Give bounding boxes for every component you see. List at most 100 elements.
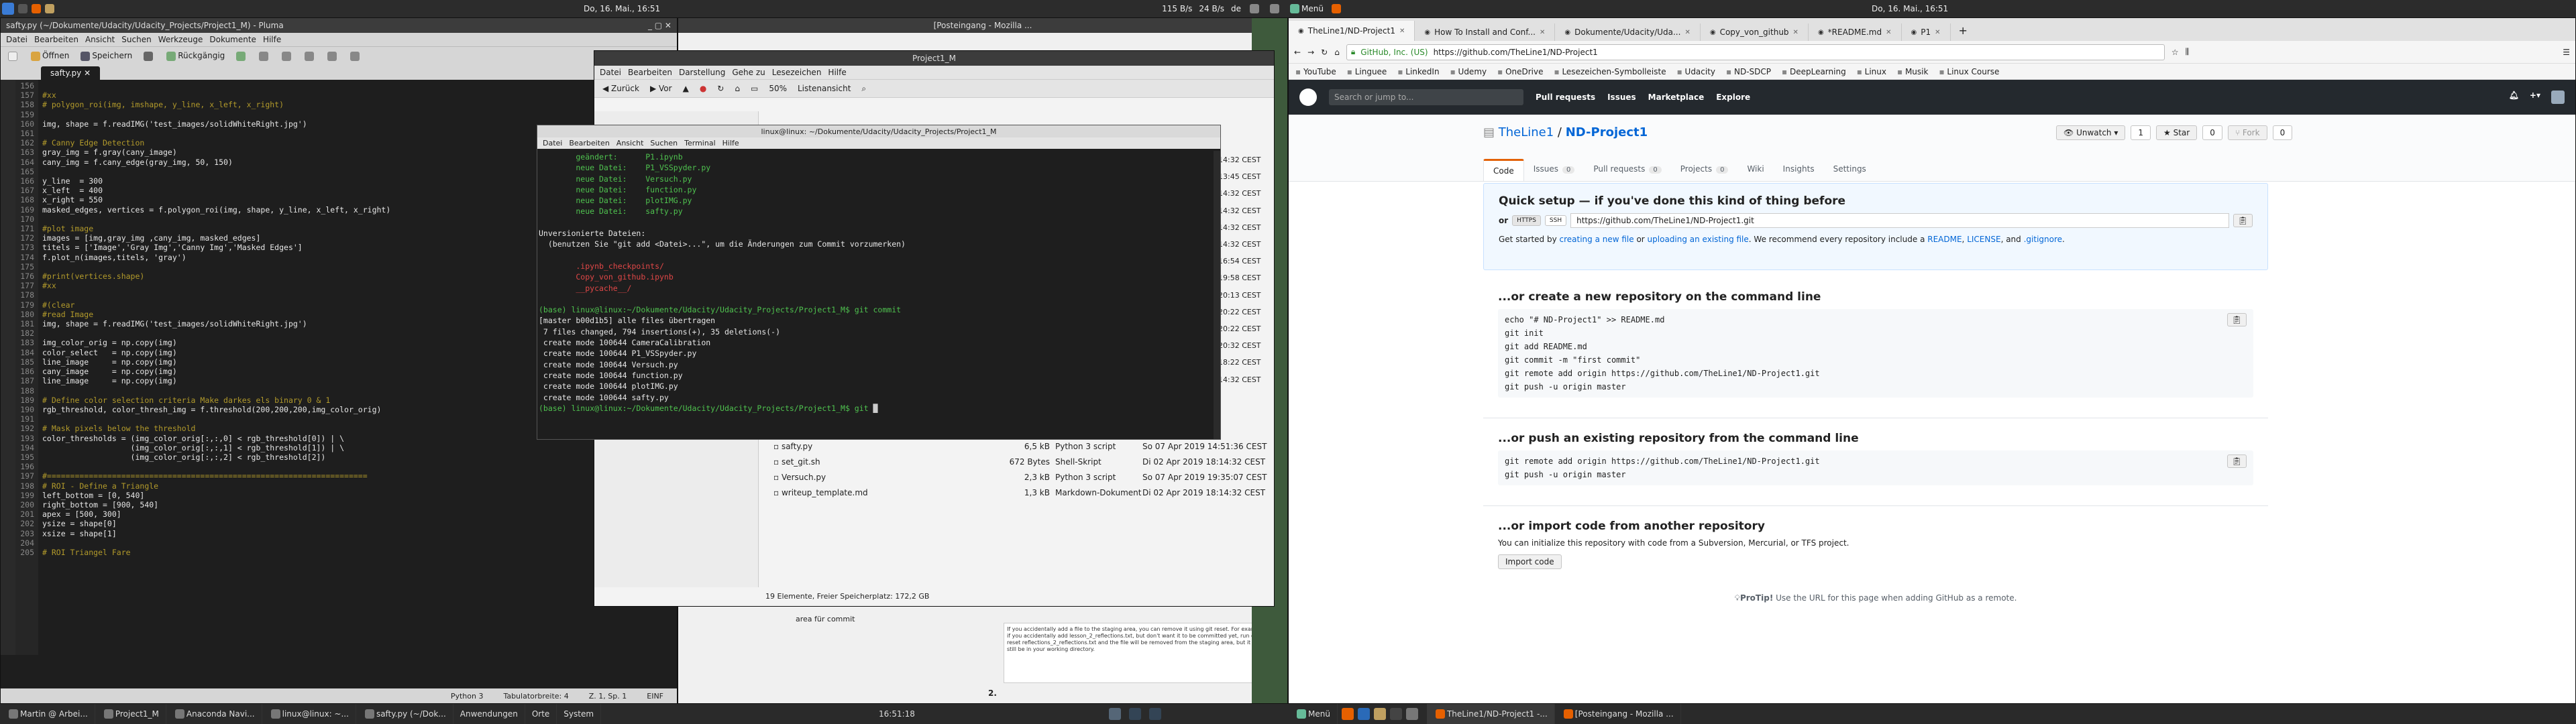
window-controls[interactable]: _ ▢ ✕ xyxy=(648,21,672,30)
pluma-menu-view[interactable]: Ansicht xyxy=(85,35,115,44)
watch-count[interactable]: 1 xyxy=(2131,125,2151,140)
import-code-button[interactable]: Import code xyxy=(1498,554,1562,569)
undo-button[interactable]: Rückgängig xyxy=(164,51,225,61)
print-icon[interactable] xyxy=(144,51,154,61)
terminal-output[interactable]: geändert: P1.ipynb neue Datei: P1_VSSpyd… xyxy=(537,149,1220,416)
taskbar-item[interactable]: Anwendungen xyxy=(453,704,525,724)
copy-push-icon[interactable]: 📋︎ xyxy=(2226,455,2247,468)
bookmark-item[interactable]: ▪ Linux Course xyxy=(1939,67,1999,76)
browser-tab[interactable]: ◉ Copy_von_github ✕ xyxy=(1701,23,1809,41)
gh-nav-explore[interactable]: Explore xyxy=(1716,93,1750,102)
license-link[interactable]: LICENSE xyxy=(1967,235,2000,244)
view-mode[interactable]: Listenansicht xyxy=(798,84,851,93)
files-icon[interactable] xyxy=(45,4,54,13)
term-menu-file[interactable]: Datei xyxy=(543,139,562,147)
bookmark-item[interactable]: ▪ Linux xyxy=(1857,67,1886,76)
pluma-menu-help[interactable]: Hilfe xyxy=(263,35,281,44)
left-clock[interactable]: Do, 16. Mai., 16:51 xyxy=(584,4,660,13)
tb-firefox-mail[interactable]: [Posteingang - Mozilla ... xyxy=(1555,704,1681,724)
star-count[interactable]: 0 xyxy=(2202,125,2222,140)
workspace-1[interactable] xyxy=(1109,708,1121,720)
clone-url-input[interactable]: https://github.com/TheLine1/ND-Project1.… xyxy=(1570,213,2229,228)
file-row[interactable]: ▫ safty.py 6,5 kB Python 3 script So 07 Apr… xyxy=(765,438,1274,454)
home-icon[interactable]: ⌂ xyxy=(735,84,740,93)
taskbar-item[interactable]: Anaconda Navi... xyxy=(166,704,262,724)
terminal-launch-icon[interactable] xyxy=(1389,708,1402,720)
term-menu-help[interactable]: Hilfe xyxy=(722,139,739,147)
pluma-menu-search[interactable]: Suchen xyxy=(121,35,151,44)
file-row[interactable]: ▫ Versuch.py 2,3 kB Python 3 script So 07 A… xyxy=(765,469,1274,485)
bookmark-star-icon[interactable]: ☆ xyxy=(2171,48,2179,57)
https-button[interactable]: HTTPS xyxy=(1512,215,1541,226)
bell-icon[interactable]: 🔔︎ xyxy=(2509,90,2519,104)
settings-launch-icon[interactable] xyxy=(1405,708,1418,720)
url-bar[interactable]: 🔒︎ GitHub, Inc. (US) https://github.com/… xyxy=(1346,44,2165,60)
repo-name[interactable]: ND-Project1 xyxy=(1566,125,1648,139)
bookmark-item[interactable]: ▪ Lesezeichen-Symbolleiste xyxy=(1554,67,1666,76)
pluma-menu-edit[interactable]: Bearbeiten xyxy=(34,35,78,44)
gh-nav-marketplace[interactable]: Marketplace xyxy=(1648,93,1705,102)
term-menu-view[interactable]: Ansicht xyxy=(616,139,644,147)
bookmark-item[interactable]: ▪ LinkedIn xyxy=(1397,67,1439,76)
term-menu-search[interactable]: Suchen xyxy=(650,139,678,147)
firefox-icon[interactable] xyxy=(32,4,41,13)
bookmark-item[interactable]: ▪ OneDrive xyxy=(1497,67,1543,76)
pluma-menu-tools[interactable]: Werkzeuge xyxy=(158,35,203,44)
replace-icon[interactable] xyxy=(350,51,360,61)
gitignore-link[interactable]: .gitignore xyxy=(2024,235,2062,244)
workspace-3[interactable] xyxy=(1149,708,1161,720)
caja-menu-go[interactable]: Gehe zu xyxy=(732,68,765,77)
gh-nav-issues[interactable]: Issues xyxy=(1607,93,1636,102)
fork-count[interactable]: 0 xyxy=(2272,125,2293,140)
taskbar-item[interactable]: linux@linux: ~... xyxy=(262,704,356,724)
new-tab-button[interactable]: + xyxy=(1951,20,1976,41)
ssh-button[interactable]: SSH xyxy=(1544,215,1567,226)
avatar[interactable] xyxy=(2551,90,2565,104)
repo-tab-projects[interactable]: Projects 0 xyxy=(1671,159,1738,181)
firefox-launcher-icon[interactable] xyxy=(1331,4,1341,13)
copy-icon[interactable] xyxy=(282,51,292,61)
repo-tab-pull-requests[interactable]: Pull requests 0 xyxy=(1584,159,1670,181)
find-icon[interactable] xyxy=(327,51,337,61)
taskbar-item[interactable]: Martin @ Arbei... xyxy=(0,704,95,724)
bookmark-item[interactable]: ▪ Linguee xyxy=(1347,67,1387,76)
repo-tab-wiki[interactable]: Wiki xyxy=(1737,159,1773,181)
terminal-scrollbar[interactable] xyxy=(1214,151,1220,439)
tab-width[interactable]: Tabulatorbreite: 4 xyxy=(503,692,568,701)
browser-tab[interactable]: ◉ *README.md ✕ xyxy=(1809,23,1902,41)
upload-file-link[interactable]: uploading an existing file xyxy=(1648,235,1749,244)
volume-icon[interactable] xyxy=(1250,4,1259,13)
browser-tab[interactable]: ◉ How To Install and Conf... ✕ xyxy=(1415,23,1556,41)
menu-icon[interactable] xyxy=(1290,4,1299,13)
term-menu-terminal[interactable]: Terminal xyxy=(684,139,716,147)
tab-close-icon[interactable]: ✕ xyxy=(1793,29,1799,36)
terminal-icon[interactable] xyxy=(18,4,28,13)
caja-menu-bookmarks[interactable]: Lesezeichen xyxy=(772,68,822,77)
back-icon[interactable]: ← xyxy=(1294,48,1301,57)
repo-tab-code[interactable]: Code xyxy=(1483,159,1524,181)
new-file-icon[interactable] xyxy=(8,51,17,61)
copy-clone-url-icon[interactable]: 📋︎ xyxy=(2233,214,2253,227)
bookmark-item[interactable]: ▪ DeepLearning xyxy=(1782,67,1846,76)
pluma-menu-docs[interactable]: Dokumente xyxy=(209,35,256,44)
search-icon[interactable]: ⌕ xyxy=(861,84,866,94)
tb-menu[interactable]: Menü xyxy=(1288,704,1338,724)
save-button[interactable]: Speichern xyxy=(78,51,132,61)
cut-icon[interactable] xyxy=(259,51,269,61)
taskbar-clock[interactable]: 16:51:18 xyxy=(879,709,915,719)
files-launch-icon[interactable] xyxy=(1373,708,1386,720)
bookmark-item[interactable]: ▪ Udacity xyxy=(1677,67,1715,76)
caja-menu-view[interactable]: Darstellung xyxy=(679,68,725,77)
up-icon[interactable]: ▲ xyxy=(683,84,689,93)
home-icon[interactable]: ⌂ xyxy=(1334,48,1340,57)
tab-close-icon[interactable]: ✕ xyxy=(1540,29,1545,36)
gh-nav-pulls[interactable]: Pull requests xyxy=(1536,93,1595,102)
menu-label[interactable]: Menü xyxy=(1301,4,1324,13)
readme-link[interactable]: README xyxy=(1927,235,1962,244)
power-icon[interactable] xyxy=(1270,4,1279,13)
tab-close-icon[interactable]: ✕ xyxy=(1935,29,1940,36)
back-button[interactable]: ◀ Zurück xyxy=(602,84,639,93)
bookmark-item[interactable]: ▪ YouTube xyxy=(1295,67,1336,76)
gh-search[interactable]: Search or jump to... xyxy=(1329,89,1523,105)
computer-icon[interactable]: ▭ xyxy=(751,84,758,93)
